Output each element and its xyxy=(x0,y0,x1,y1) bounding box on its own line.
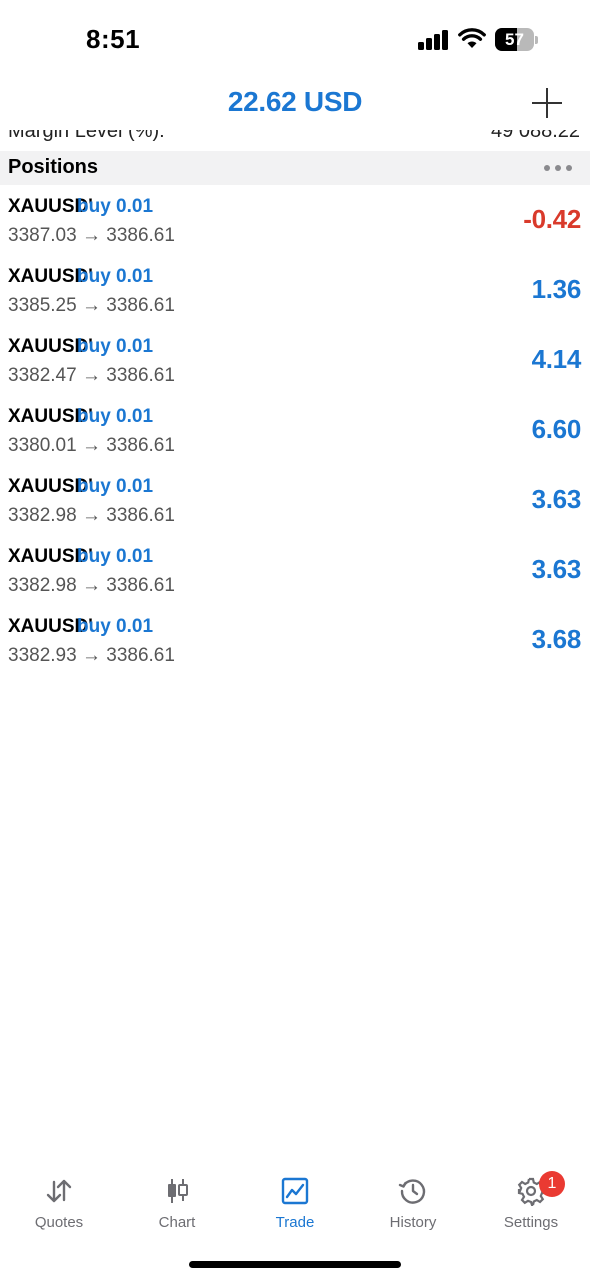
positions-title: Positions xyxy=(8,156,99,178)
tab-label: Chart xyxy=(158,1214,196,1231)
position-row[interactable]: XAUUSD' buy 0.01 3387.03 → 3386.61 -0.42 xyxy=(0,192,590,262)
tab-quotes[interactable]: Quotes xyxy=(0,1170,118,1236)
positions-section-header: Positions xyxy=(0,151,590,185)
open-price: 3382.47 xyxy=(8,365,77,386)
trade-chart-icon xyxy=(281,1177,309,1205)
position-row[interactable]: XAUUSD' buy 0.01 3382.98 → 3386.61 3.63 xyxy=(0,472,590,542)
settings-badge: 1 xyxy=(539,1171,565,1197)
margin-level-label: Margin Level (%): xyxy=(8,130,165,142)
ellipsis-icon[interactable] xyxy=(540,161,576,175)
position-side: buy 0.01 xyxy=(77,196,154,217)
home-indicator xyxy=(189,1261,401,1268)
position-row[interactable]: XAUUSD' buy 0.01 3382.47 → 3386.61 4.14 xyxy=(0,332,590,402)
arrow-icon: → xyxy=(81,575,101,596)
current-price: 3386.61 xyxy=(106,365,175,386)
quotes-arrows-icon xyxy=(46,1179,72,1203)
position-profit: -0.42 xyxy=(523,204,581,234)
position-prices: 3382.47 → 3386.61 xyxy=(8,365,175,387)
position-side: buy 0.01 xyxy=(77,476,154,497)
open-price: 3382.98 xyxy=(8,505,77,526)
balance-title[interactable]: 22.62 USD xyxy=(0,86,590,118)
position-row[interactable]: XAUUSD' buy 0.01 3382.98 → 3386.61 3.63 xyxy=(0,542,590,612)
position-row[interactable]: XAUUSD' buy 0.01 3385.25 → 3386.61 1.36 xyxy=(0,262,590,332)
arrow-icon: → xyxy=(81,225,101,246)
tab-label: Trade xyxy=(275,1214,315,1231)
current-price: 3386.61 xyxy=(106,505,175,526)
position-profit: 3.63 xyxy=(531,554,582,584)
tab-label: Quotes xyxy=(34,1214,84,1231)
open-price: 3382.98 xyxy=(8,575,77,596)
tab-history[interactable]: History xyxy=(354,1170,472,1236)
position-side: buy 0.01 xyxy=(77,616,154,637)
open-price: 3382.93 xyxy=(8,645,77,666)
wifi-icon xyxy=(458,28,486,48)
position-prices: 3380.01 → 3386.61 xyxy=(8,435,175,457)
current-price: 3386.61 xyxy=(106,435,175,456)
history-clock-icon xyxy=(398,1179,426,1204)
candlestick-icon xyxy=(168,1179,188,1203)
status-time: 8:51 xyxy=(86,24,141,54)
cellular-signal-icon xyxy=(418,30,450,50)
open-price: 3380.01 xyxy=(8,435,77,456)
position-profit: 3.68 xyxy=(531,624,582,654)
tab-bar: Quotes Chart Trade History Settings xyxy=(0,1170,590,1240)
position-profit: 6.60 xyxy=(531,414,582,444)
current-price: 3386.61 xyxy=(106,575,175,596)
positions-list: XAUUSD' buy 0.01 3387.03 → 3386.61 -0.42… xyxy=(0,192,590,682)
arrow-icon: → xyxy=(81,435,101,456)
tab-settings[interactable]: Settings xyxy=(472,1170,590,1236)
arrow-icon: → xyxy=(81,365,101,386)
header: 22.62 USD xyxy=(0,80,590,130)
margin-level-value: 49 088.22 xyxy=(491,130,580,142)
current-price: 3386.61 xyxy=(106,295,175,316)
position-side: buy 0.01 xyxy=(77,406,154,427)
tab-label: Settings xyxy=(503,1214,559,1231)
position-profit: 3.63 xyxy=(531,484,582,514)
position-prices: 3385.25 → 3386.61 xyxy=(8,295,175,317)
margin-level-row: Margin Level (%): 49 088.22 xyxy=(0,130,590,150)
battery-percent: 57 xyxy=(505,30,524,49)
tab-label: History xyxy=(389,1214,437,1231)
open-price: 3387.03 xyxy=(8,225,77,246)
position-side: buy 0.01 xyxy=(77,266,154,287)
battery-icon: 57 xyxy=(495,28,539,51)
current-price: 3386.61 xyxy=(106,225,175,246)
position-prices: 3387.03 → 3386.61 xyxy=(8,225,175,247)
arrow-icon: → xyxy=(81,505,101,526)
position-profit: 1.36 xyxy=(531,274,582,304)
position-profit: 4.14 xyxy=(531,344,582,374)
open-price: 3385.25 xyxy=(8,295,77,316)
status-bar: 8:51 57 xyxy=(0,0,590,80)
position-side: buy 0.01 xyxy=(77,546,154,567)
position-row[interactable]: XAUUSD' buy 0.01 3382.93 → 3386.61 3.68 xyxy=(0,612,590,682)
position-prices: 3382.93 → 3386.61 xyxy=(8,645,175,667)
position-row[interactable]: XAUUSD' buy 0.01 3380.01 → 3386.61 6.60 xyxy=(0,402,590,472)
arrow-icon: → xyxy=(81,295,101,316)
position-side: buy 0.01 xyxy=(77,336,154,357)
tab-trade[interactable]: Trade xyxy=(236,1170,354,1236)
position-prices: 3382.98 → 3386.61 xyxy=(8,575,175,597)
arrow-icon: → xyxy=(81,645,101,666)
tab-chart[interactable]: Chart xyxy=(118,1170,236,1236)
current-price: 3386.61 xyxy=(106,645,175,666)
plus-icon[interactable] xyxy=(530,86,564,120)
position-prices: 3382.98 → 3386.61 xyxy=(8,505,175,527)
